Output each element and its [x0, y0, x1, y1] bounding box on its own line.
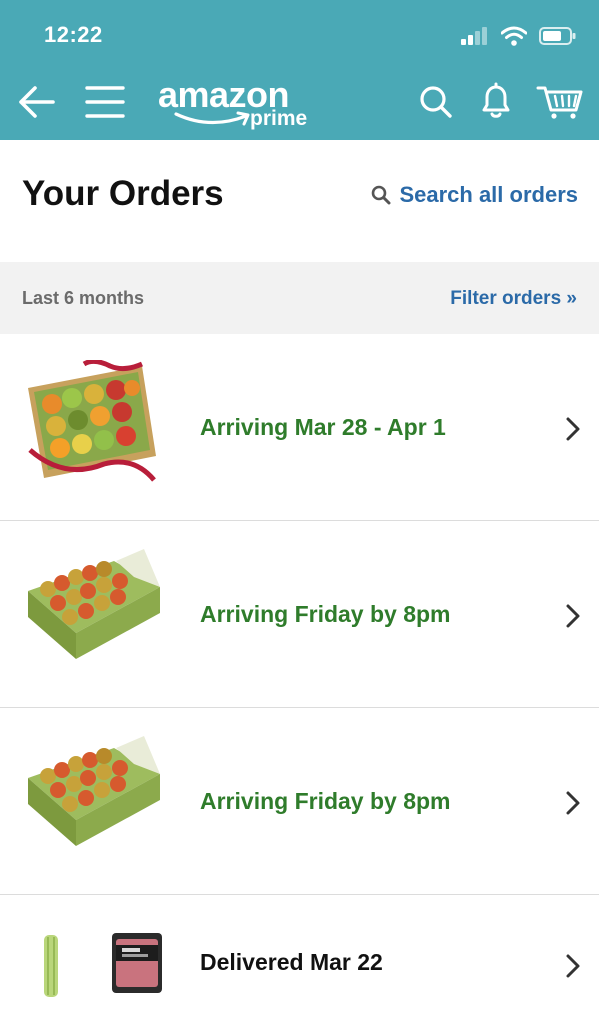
status-time: 12:22 [44, 22, 103, 47]
bell-icon [482, 82, 510, 118]
wifi-icon [501, 26, 527, 46]
cart-icon [536, 86, 583, 119]
orders-title-row: Your Orders Search all orders [0, 140, 599, 262]
order-row[interactable]: Arriving Friday by 8pm [0, 521, 599, 708]
search-all-orders-label: Search all orders [399, 182, 578, 207]
status-bar: 12:22 [0, 0, 599, 70]
order-row[interactable]: Delivered Mar 22 [0, 895, 599, 1024]
order-status: Arriving Friday by 8pm [200, 788, 451, 814]
order-status: Arriving Friday by 8pm [200, 601, 451, 627]
logo-prime-text: prime [250, 107, 308, 130]
smile-arrow-icon [174, 111, 250, 126]
back-arrow-icon [19, 86, 55, 118]
search-all-orders-link[interactable]: Search all orders [371, 182, 578, 208]
amazon-prime-logo[interactable]: amazon prime [158, 74, 328, 134]
pear-box-image [28, 736, 160, 846]
time-range-label: Last 6 months [22, 288, 145, 308]
order-status: Arriving Mar 28 - Apr 1 [200, 414, 446, 440]
search-icon [372, 185, 391, 205]
fruit-gift-box-image [28, 360, 156, 482]
order-list: Arriving Mar 28 - Apr 1 Arriving Friday … [0, 334, 599, 1024]
chevron-right-icon [566, 954, 580, 978]
search-button[interactable] [416, 80, 456, 124]
filter-orders-link[interactable]: Filter orders » [450, 288, 577, 310]
search-icon [420, 86, 452, 118]
nav-bar: amazon prime [0, 70, 599, 140]
back-button[interactable] [14, 80, 58, 124]
cart-button[interactable] [534, 78, 586, 124]
filter-bar: Last 6 months Filter orders » [0, 262, 599, 334]
meat-package-image [112, 933, 162, 993]
chevron-right-icon [566, 604, 580, 628]
order-row[interactable]: Arriving Friday by 8pm [0, 708, 599, 895]
battery-icon [539, 27, 576, 45]
notifications-button[interactable] [474, 78, 518, 124]
chevron-right-icon [566, 791, 580, 815]
celery-image [44, 935, 58, 997]
order-row[interactable]: Arriving Mar 28 - Apr 1 [0, 334, 599, 521]
pear-box-image [28, 549, 160, 659]
page-title: Your Orders [22, 174, 224, 213]
hamburger-menu-icon [85, 86, 125, 118]
menu-button[interactable] [82, 80, 128, 124]
status-icons [461, 24, 577, 48]
order-status: Delivered Mar 22 [200, 949, 383, 975]
signal-icon [461, 27, 487, 45]
app-header: 12:22 amazon prime [0, 0, 599, 140]
chevron-right-icon [566, 417, 580, 441]
